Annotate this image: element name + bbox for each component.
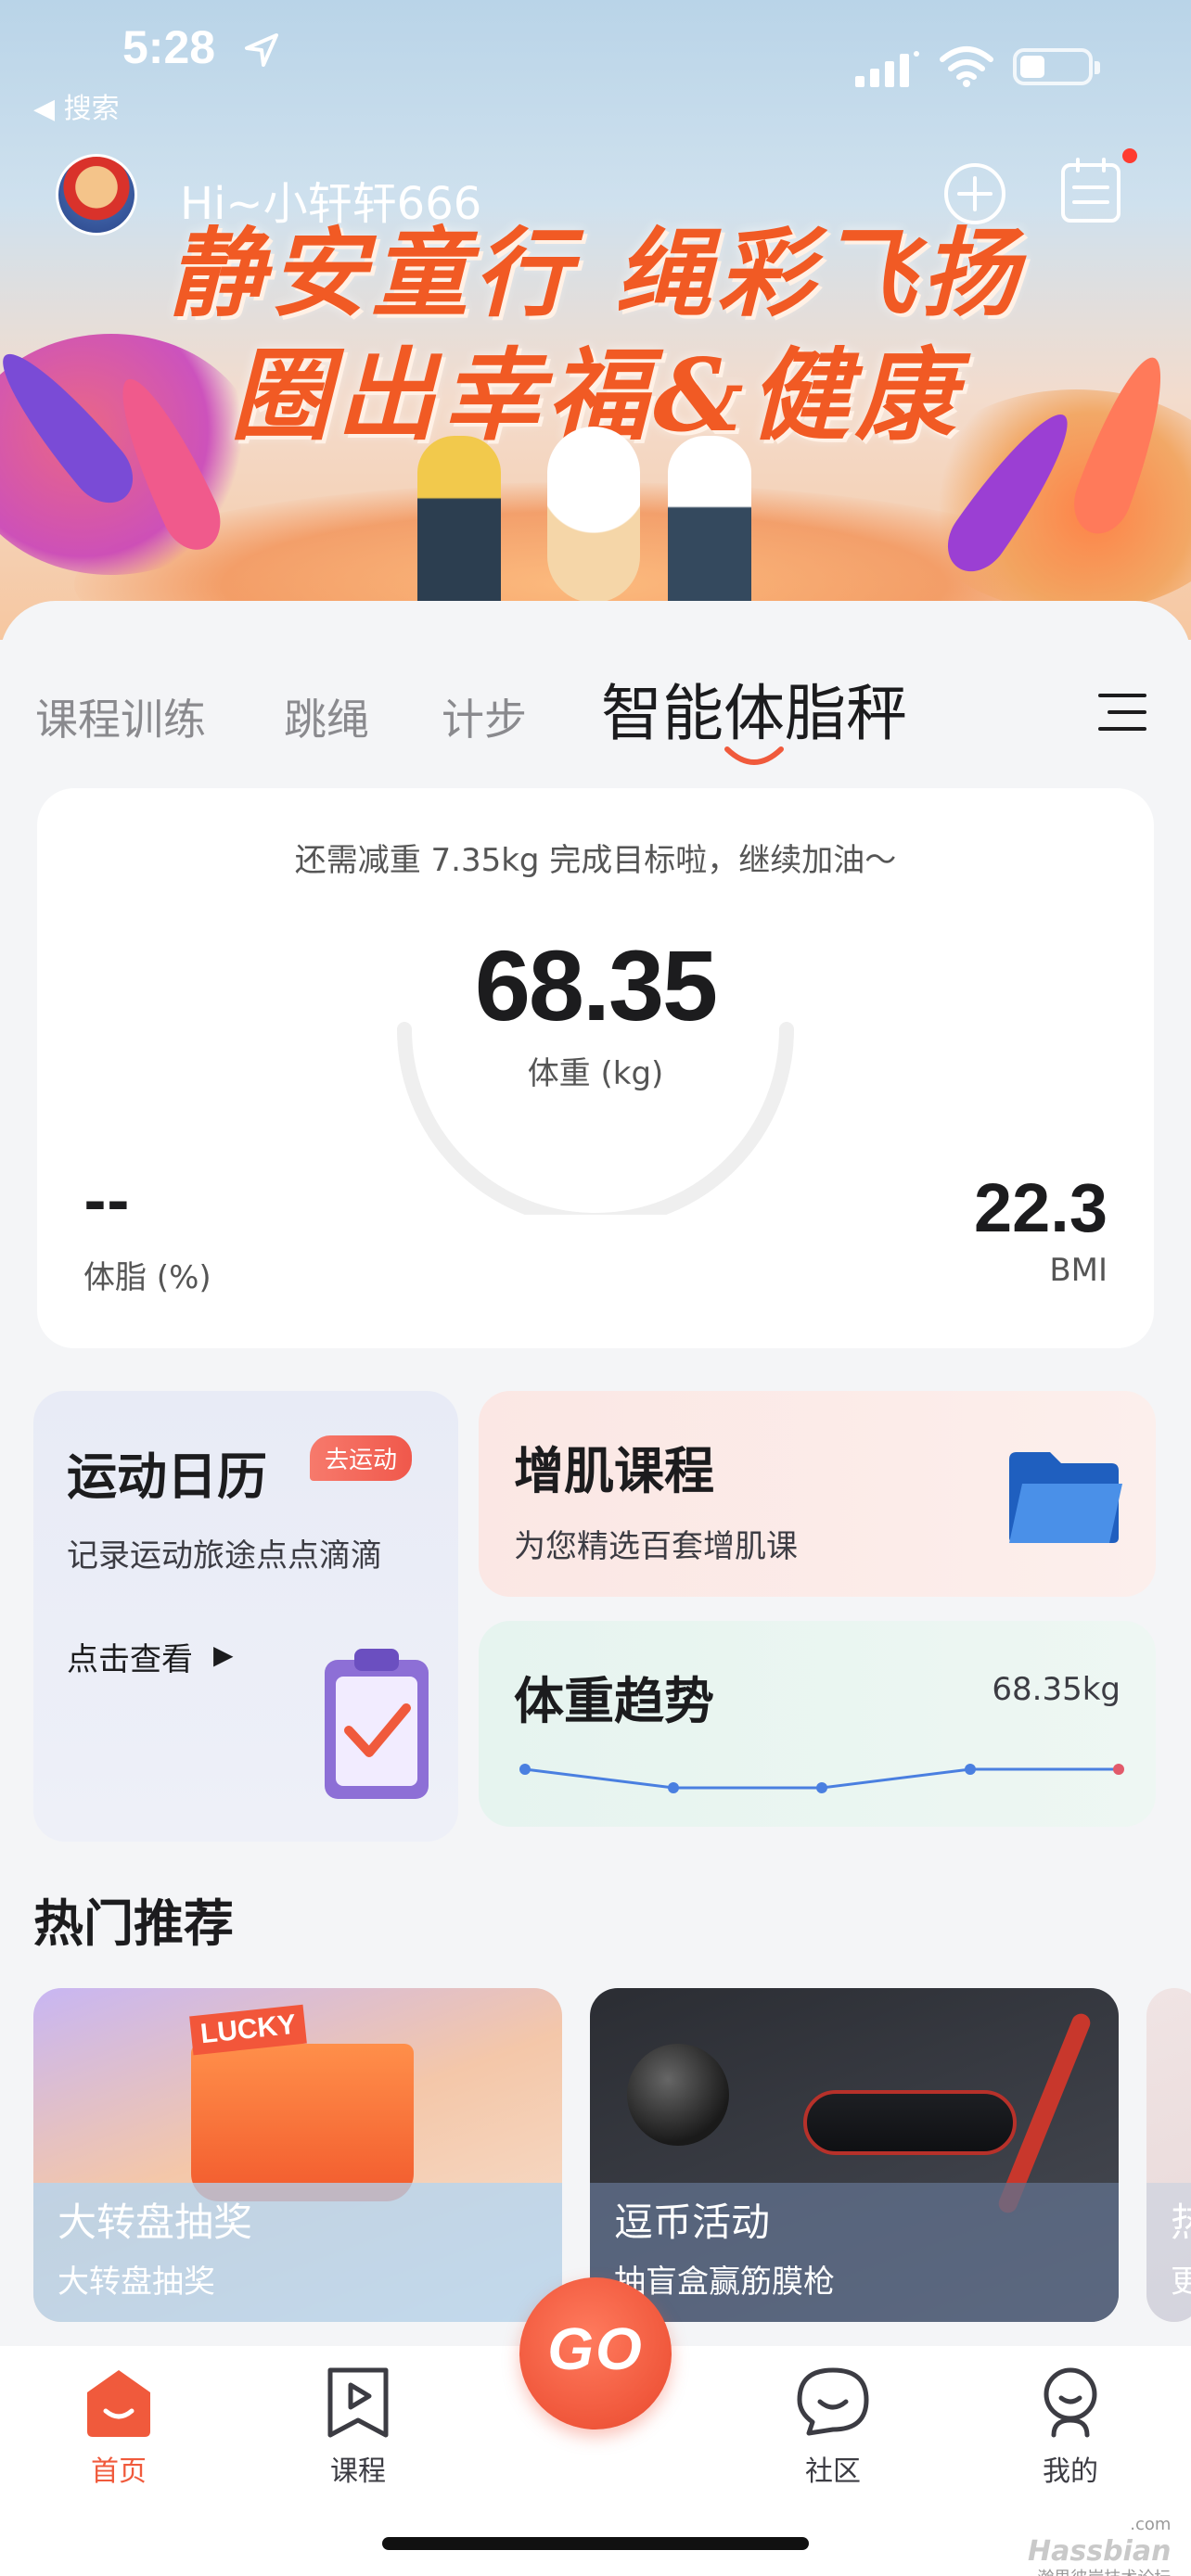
clipboard-icon — [325, 1649, 429, 1799]
chat-bubble-icon — [797, 2367, 869, 2436]
status-indicators — [855, 41, 1100, 96]
weight-goal-text: 还需减重 7.35kg 完成目标啦，继续加油～ — [294, 842, 897, 879]
tab-smart-scale[interactable]: 智能体脂秤 — [601, 664, 907, 753]
weight-value: 68.35 — [474, 929, 718, 1041]
tab-course-training[interactable]: 课程训练 — [35, 686, 206, 747]
status-time: 5:28 — [122, 21, 216, 73]
banner-figure-jumper — [417, 436, 501, 612]
recommend-card-partial[interactable]: 热 更 — [1146, 1988, 1191, 2322]
body-fat-label: 体脂 (%) — [83, 1259, 211, 1296]
body-fat-value: -- — [83, 1170, 130, 1235]
add-button[interactable] — [942, 161, 1007, 226]
go-exercise-badge[interactable]: 去运动 — [310, 1435, 413, 1481]
recommend-subtitle: 抽盲盒赢筋膜枪 — [614, 2264, 835, 2301]
watermark-brand: Hassbian — [1028, 2534, 1172, 2568]
weight-trend-title: 体重趋势 — [514, 1672, 714, 1730]
user-avatar[interactable] — [56, 154, 137, 236]
calendar-view-link[interactable]: 点击查看 — [67, 1634, 193, 1679]
nav-profile-label: 我的 — [1043, 2455, 1098, 2488]
muscle-course-card[interactable]: 增肌课程 为您精选百套增肌课 — [479, 1391, 1156, 1597]
user-greeting: Hi~小轩轩666 — [180, 178, 482, 230]
device-tabs: 课程训练 跳绳 计步 智能体脂秤 — [0, 649, 1191, 770]
nav-home-label: 首页 — [91, 2455, 147, 2488]
recommend-title: 热 — [1171, 2200, 1191, 2245]
recommend-subtitle: 大转盘抽奖 — [58, 2264, 215, 2301]
trend-point — [816, 1782, 827, 1793]
banner-title-line1: 静安童行 绳彩飞扬 — [167, 216, 1024, 330]
recommend-section-title: 热门推荐 — [33, 1894, 234, 1953]
recommend-title: 逗币活动 — [614, 2200, 771, 2245]
cellular-signal-icon — [855, 51, 919, 87]
weight-trend-value: 68.35kg — [992, 1671, 1121, 1708]
banner-figure-coach — [668, 436, 751, 612]
profile-icon — [1044, 2367, 1097, 2438]
home-indicator[interactable] — [382, 2537, 809, 2550]
nav-courses[interactable]: 课程 — [284, 2365, 432, 2489]
tabs-menu-icon[interactable] — [1098, 692, 1146, 733]
nav-community[interactable]: 社区 — [759, 2365, 907, 2489]
trend-point — [1113, 1764, 1124, 1775]
massage-gun-illustration — [803, 2090, 1017, 2155]
bmi-value: 22.3 — [973, 1169, 1108, 1246]
tab-jump-rope[interactable]: 跳绳 — [284, 686, 369, 747]
home-icon — [87, 2370, 150, 2437]
active-tab-indicator — [724, 746, 784, 765]
go-start-button[interactable]: GO — [519, 2277, 672, 2429]
recommend-subtitle: 更 — [1171, 2264, 1191, 2301]
back-to-search-link[interactable]: ◀ 搜索 — [33, 85, 120, 126]
recommend-title: 大转盘抽奖 — [58, 2200, 253, 2245]
tab-step-counter[interactable]: 计步 — [442, 686, 527, 747]
folder-icon — [1009, 1452, 1122, 1543]
weight-trend-chart — [519, 1764, 1124, 1793]
watermark-domain: .com — [1130, 2515, 1172, 2534]
go-label: GO — [547, 2315, 644, 2382]
muscle-course-title: 增肌课程 — [514, 1442, 714, 1500]
weight-summary-card[interactable]: 还需减重 7.35kg 完成目标啦，继续加油～ 68.35 体重 (kg) --… — [37, 788, 1154, 1348]
muscle-course-subtitle: 为您精选百套增肌课 — [514, 1528, 798, 1565]
wifi-icon — [940, 46, 993, 87]
banner-figure-rabbit — [547, 427, 640, 603]
trend-point — [519, 1764, 531, 1775]
recommend-card-coin-event[interactable]: 逗币活动 抽盲盒赢筋膜枪 — [590, 1988, 1119, 2322]
battery-icon — [1013, 48, 1100, 85]
nav-profile[interactable]: 我的 — [996, 2365, 1145, 2489]
weight-label: 体重 (kg) — [527, 1055, 664, 1092]
location-arrow-icon — [245, 33, 278, 67]
play-arrow-icon: ▶ — [213, 1639, 234, 1670]
nav-home[interactable]: 首页 — [45, 2365, 193, 2489]
trend-point — [965, 1764, 976, 1775]
notification-dot — [1122, 148, 1137, 163]
exercise-calendar-card[interactable]: 运动日历 去运动 记录运动旅途点点滴滴 点击查看 ▶ — [33, 1391, 458, 1842]
nav-courses-label: 课程 — [330, 2455, 386, 2488]
bmi-label: BMI — [1049, 1252, 1108, 1289]
watermark: .com Hassbian 瀚思彼岸技术论坛 — [1028, 2515, 1171, 2576]
watermark-caption: 瀚思彼岸技术论坛 — [1028, 2569, 1171, 2576]
gyro-ball-illustration — [627, 2044, 729, 2146]
recommend-card-lottery[interactable]: LUCKY 大转盘抽奖 大转盘抽奖 — [33, 1988, 562, 2322]
trend-point — [668, 1782, 679, 1793]
bookmark-play-icon — [327, 2367, 389, 2438]
calendar-title: 运动日历 — [67, 1447, 267, 1506]
nav-community-label: 社区 — [805, 2455, 861, 2488]
gift-bucket-illustration — [191, 2044, 414, 2201]
calendar-subtitle: 记录运动旅途点点滴滴 — [67, 1537, 382, 1575]
weight-trend-card[interactable]: 体重趋势 68.35kg — [479, 1621, 1156, 1827]
notes-icon[interactable] — [1057, 156, 1124, 226]
